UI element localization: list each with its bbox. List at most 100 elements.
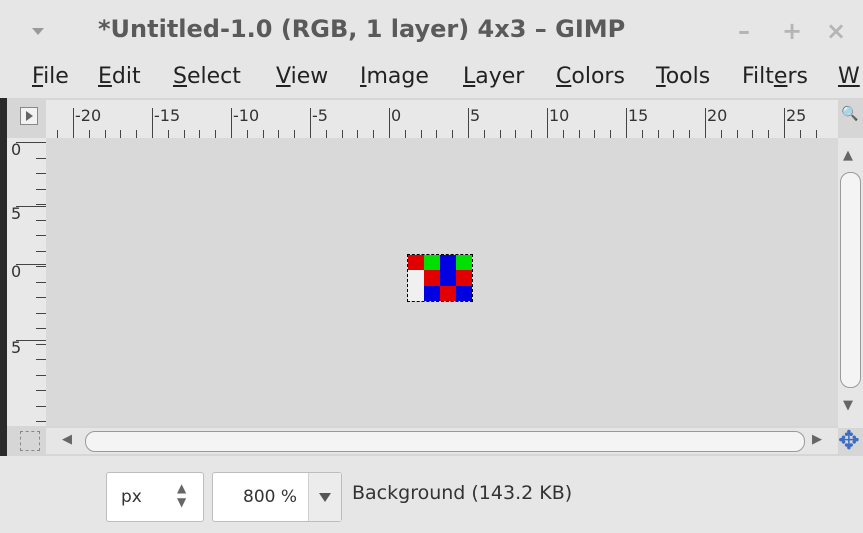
ruler-tick — [389, 108, 390, 138]
ruler-tick — [104, 130, 106, 138]
ruler-tick — [483, 130, 485, 138]
menu-item[interactable]: Image — [360, 64, 429, 89]
navigate-icon[interactable]: ✥ — [838, 426, 860, 456]
unit-selector[interactable]: px ▲ ▼ — [106, 472, 204, 522]
ruler-tick — [578, 130, 580, 138]
ruler-tick — [36, 204, 46, 205]
menu-item[interactable]: Select — [173, 64, 241, 89]
window-menu-icon[interactable] — [32, 28, 44, 35]
ruler-tick — [215, 130, 217, 138]
horizontal-ruler[interactable]: -20 -15 -10 -5 0 5 10 15 20 25 — [46, 100, 838, 138]
ruler-tick — [120, 130, 122, 138]
ruler-tick — [199, 130, 201, 138]
spin-arrows-icon[interactable]: ▲ ▼ — [177, 481, 186, 509]
ruler-tick — [610, 130, 612, 138]
menu-item[interactable]: Colors — [556, 64, 625, 89]
layer-info: Background (143.2 KB) — [352, 482, 573, 504]
ruler-tick — [36, 421, 46, 422]
horizontal-scroll-thumb[interactable] — [85, 431, 805, 452]
menu-item[interactable]: Tools — [656, 64, 710, 89]
ruler-tick — [626, 108, 627, 138]
ruler-tick — [673, 130, 675, 138]
image-pixel — [424, 285, 440, 301]
menu-item[interactable]: Edit — [98, 64, 141, 89]
chevron-down-icon[interactable] — [308, 473, 341, 521]
ruler-label: 5 — [11, 338, 22, 357]
ruler-tick — [294, 130, 296, 138]
ruler-tick — [784, 108, 785, 138]
ruler-tick — [246, 130, 248, 138]
image-pixel — [440, 285, 456, 301]
ruler-tick — [36, 405, 46, 407]
quick-mask-icon[interactable] — [20, 431, 40, 451]
ruler-tick — [641, 130, 643, 138]
vertical-scroll-thumb[interactable] — [840, 172, 861, 388]
window-title: *Untitled-1.0 (RGB, 1 layer) 4x3 – GIMP — [98, 15, 626, 43]
maximize-button[interactable]: + — [782, 17, 802, 45]
image-pixel — [424, 255, 440, 271]
ruler-tick — [357, 130, 359, 138]
ruler-label: 5 — [470, 106, 481, 125]
zoom-value[interactable]: 800 % — [243, 487, 297, 507]
ruler-tick — [436, 130, 438, 138]
scroll-right-icon[interactable]: ▶ — [812, 432, 822, 447]
ruler-tick — [799, 130, 801, 138]
ruler-tick — [36, 188, 46, 190]
ruler-tick — [231, 108, 232, 138]
ruler-label: -10 — [233, 106, 260, 125]
ruler-tick — [36, 343, 46, 345]
zoom-icon[interactable]: 🔍 — [840, 106, 860, 128]
ruler-label: 15 — [628, 106, 649, 125]
ruler-tick — [36, 374, 46, 376]
image-canvas[interactable] — [407, 254, 473, 302]
ruler-tick — [736, 130, 738, 138]
ruler-tick — [420, 130, 422, 138]
ruler-label: 5 — [11, 204, 22, 223]
ruler-label: 20 — [707, 106, 728, 125]
ruler-tick — [373, 130, 375, 138]
ruler-label: 0 — [391, 106, 402, 125]
triangle-right-icon[interactable] — [20, 107, 38, 125]
zoom-selector[interactable]: 800 % — [212, 472, 342, 522]
image-pixel — [408, 270, 424, 286]
unit-value: px — [121, 487, 142, 507]
ruler-tick — [36, 297, 46, 298]
ruler-tick — [657, 130, 659, 138]
ruler-tick — [468, 108, 469, 138]
ruler-tick — [152, 108, 153, 138]
ruler-tick — [136, 130, 138, 138]
image-pixel — [456, 255, 472, 271]
scroll-down-icon[interactable]: ▼ — [843, 398, 853, 413]
menu-item[interactable]: Filters — [742, 64, 808, 89]
ruler-label: 0 — [11, 140, 22, 159]
ruler-tick — [310, 108, 311, 138]
ruler-tick — [57, 130, 59, 138]
menu-item[interactable]: View — [276, 64, 328, 89]
ruler-label: 0 — [11, 262, 22, 281]
ruler-tick — [36, 235, 46, 236]
ruler-tick — [325, 130, 327, 138]
scroll-left-icon[interactable]: ◀ — [62, 432, 72, 447]
ruler-tick — [705, 108, 706, 138]
minimize-button[interactable]: – — [738, 17, 750, 45]
ruler-tick — [36, 312, 46, 314]
ruler-tick — [689, 130, 691, 138]
ruler-tick — [452, 130, 454, 138]
ruler-tick — [262, 130, 264, 138]
vertical-ruler[interactable]: 0 5 0 5 — [7, 138, 46, 426]
ruler-tick — [36, 250, 46, 252]
ruler-label: -15 — [154, 106, 181, 125]
ruler-label: -5 — [312, 106, 328, 125]
close-button[interactable]: × — [826, 17, 846, 45]
ruler-tick — [88, 130, 90, 138]
menu-item[interactable]: File — [32, 64, 69, 89]
ruler-tick — [36, 359, 46, 360]
ruler-tick — [36, 173, 46, 174]
scroll-up-icon[interactable]: ▲ — [843, 148, 853, 163]
menu-item[interactable]: Layer — [463, 64, 524, 89]
menu-item[interactable]: W — [838, 64, 860, 89]
ruler-tick — [341, 130, 343, 138]
ruler-tick — [815, 130, 817, 138]
ruler-tick — [36, 328, 46, 329]
ruler-tick — [562, 130, 564, 138]
